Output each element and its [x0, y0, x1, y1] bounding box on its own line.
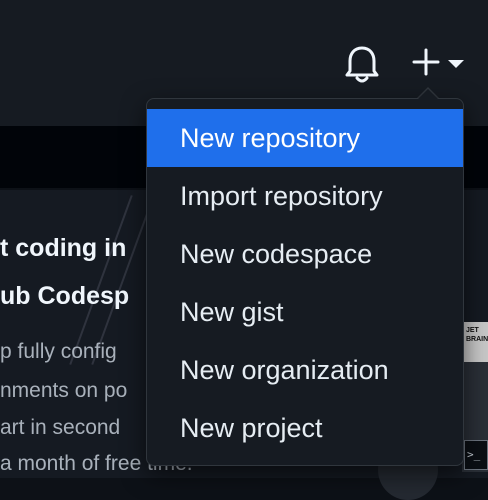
- menu-item-new-project[interactable]: New project: [147, 399, 463, 457]
- menu-item-new-repository[interactable]: New repository: [147, 109, 463, 167]
- promo-text-line: p fully config: [0, 340, 117, 363]
- menu-item-new-organization[interactable]: New organization: [147, 341, 463, 399]
- dropdown-caret-fill: [417, 89, 439, 100]
- promo-title-line: ub Codesp: [0, 282, 130, 310]
- bell-icon[interactable]: [344, 44, 380, 84]
- terminal-icon: >_: [464, 440, 488, 470]
- create-menu-list: New repository Import repository New cod…: [147, 109, 463, 457]
- menu-item-new-gist[interactable]: New gist: [147, 283, 463, 341]
- promo-text-line: nments on po: [0, 379, 128, 402]
- jetbrains-badge-text: JET BRAINS: [466, 327, 488, 343]
- create-new-dropdown: New repository Import repository New cod…: [146, 98, 464, 466]
- promo-title-line: t coding in: [0, 234, 127, 262]
- promo-text-line: art in second: [0, 416, 121, 439]
- promo-thumbnail: JET BRAINS >_: [462, 322, 488, 472]
- create-new-button[interactable]: [406, 44, 468, 82]
- triangle-down-icon: [448, 60, 464, 68]
- menu-item-new-codespace[interactable]: New codespace: [147, 225, 463, 283]
- menu-item-import-repository[interactable]: Import repository: [147, 167, 463, 225]
- jetbrains-badge: JET BRAINS: [464, 322, 488, 362]
